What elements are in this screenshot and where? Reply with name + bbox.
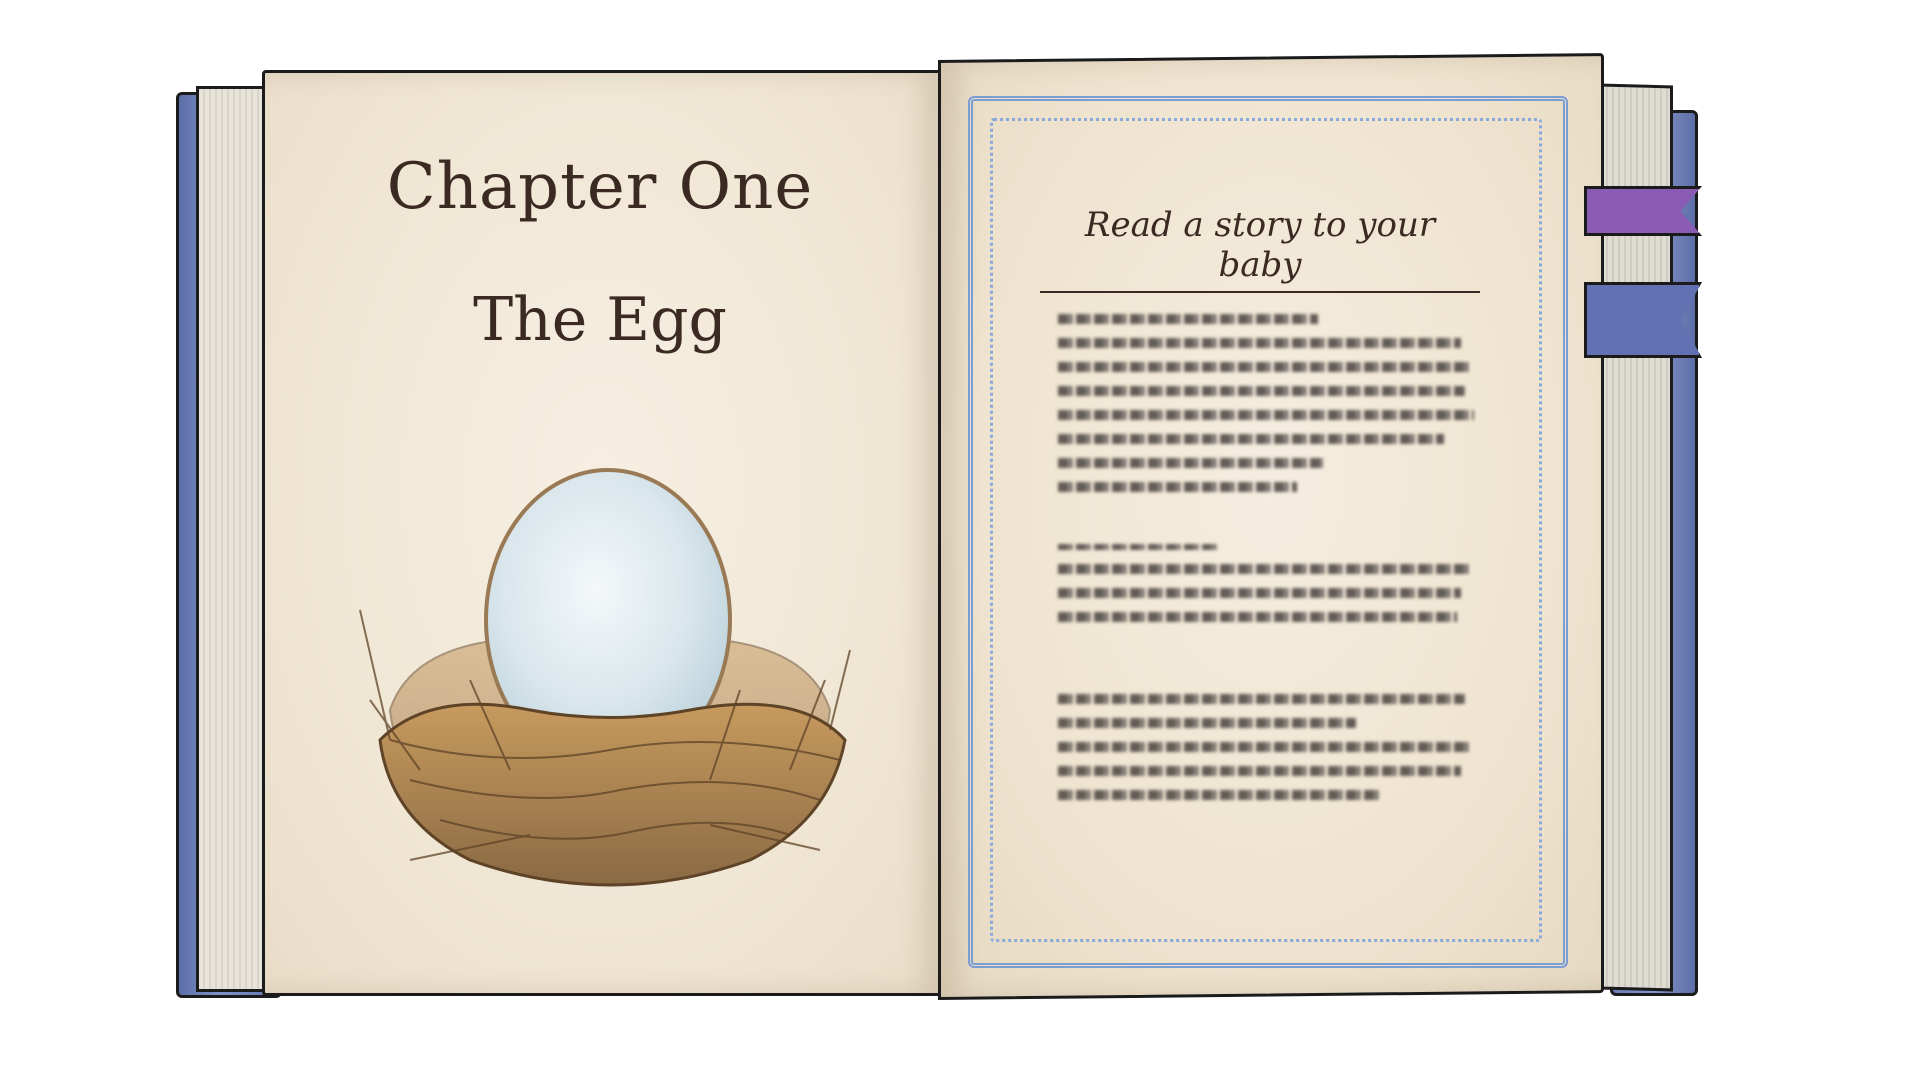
blurred-paragraph-2 xyxy=(1058,530,1478,636)
story-heading: Read a story to your baby xyxy=(1040,205,1480,293)
blurred-paragraph-3 xyxy=(1058,680,1478,814)
egg-in-nest-icon xyxy=(359,468,851,887)
page-edges-left xyxy=(196,86,269,992)
chapter-title: Chapter One xyxy=(386,150,814,224)
chapter-subtitle: The Egg xyxy=(473,285,727,355)
blurred-paragraph-1 xyxy=(1058,300,1478,506)
storybook-scene: Chapter One The Egg Read a story to your… xyxy=(0,0,1920,1080)
